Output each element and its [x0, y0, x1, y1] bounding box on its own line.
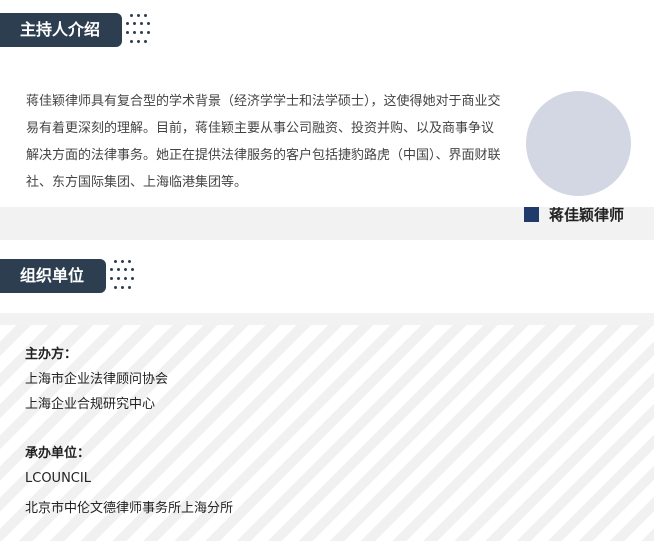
host-name: 蒋佳颖律师	[549, 206, 625, 224]
organizers-band	[0, 313, 654, 325]
host-intro-heading: 主持人介绍	[0, 13, 122, 47]
organizers-heading: 组织单位	[0, 259, 106, 293]
undertaker-block: 承办单位： LCOUNCIL 北京市中伦文德律师事务所上海分所	[25, 441, 233, 521]
host-org-block: 主办方： 上海市企业法律顾问协会 上海企业合规研究中心	[25, 342, 168, 417]
dot-grid-icon	[118, 12, 152, 48]
dot-grid-icon	[102, 258, 136, 294]
undertaker-label: 承办单位：	[25, 446, 91, 461]
undertaker-item: LCOUNCIL	[25, 471, 91, 486]
host-org-label: 主办方：	[25, 347, 78, 362]
avatar	[526, 91, 631, 196]
host-org-item: 上海企业合规研究中心	[25, 397, 156, 412]
name-marker-icon	[524, 207, 539, 222]
host-org-item: 上海市企业法律顾问协会	[25, 372, 169, 387]
host-bio-paragraph: 蒋佳颖律师具有复合型的学术背景（经济学学士和法学硕士），这使得她对于商业交易有着…	[26, 94, 501, 190]
undertaker-item: 北京市中伦文德律师事务所上海分所	[25, 501, 234, 516]
